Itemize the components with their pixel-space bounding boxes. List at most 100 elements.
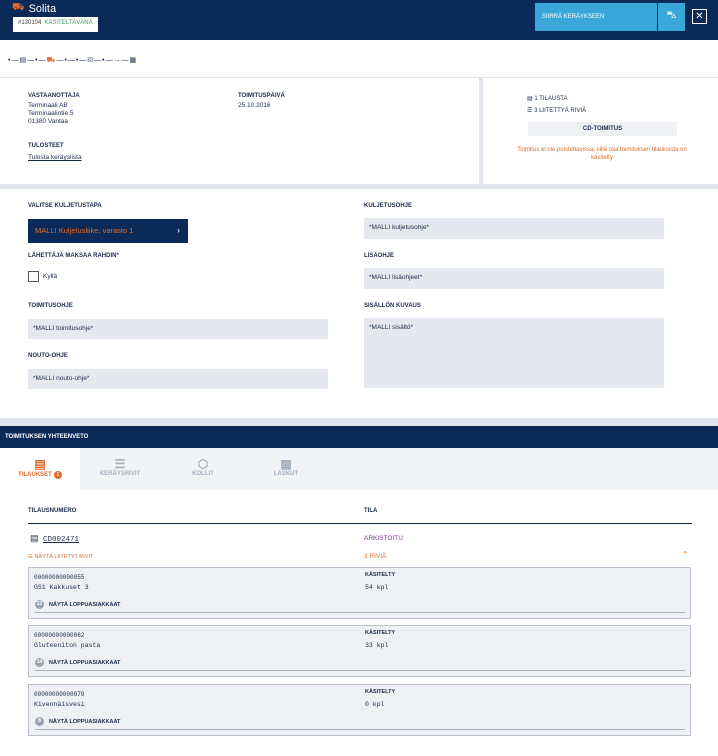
document-icon: ▤: [527, 96, 533, 102]
orders-count-text: 1 TILAUSTA: [534, 96, 568, 102]
row-quantity: 0 kpl: [365, 701, 385, 708]
brand-name: Solita: [28, 2, 57, 15]
sender-pays-option: Kyllä: [43, 273, 58, 280]
delivery-date: 25.10.2016: [238, 102, 271, 109]
shipping-method-value: MALLI Kuljetusliike, varasto 1: [35, 226, 134, 235]
document-icon: ▤: [34, 457, 46, 471]
column-order-number: TILAUSNUMERO: [28, 508, 77, 514]
recipient-line-2: Terminaalintie 5: [28, 110, 74, 117]
content-description-field[interactable]: *MALLI sisältö*: [364, 318, 664, 388]
document-icon: ▤: [30, 533, 39, 543]
transfer-to-picking-button[interactable]: SIIRRÄ KERÄYKSEEN: [535, 3, 657, 31]
step-marker: ⛋: [87, 57, 94, 64]
close-icon: ✕: [695, 11, 704, 22]
cd-delivery-button[interactable]: CD-TOIMITUS: [528, 122, 677, 136]
brand: ⛟ Solita: [12, 2, 56, 15]
pick-row-card: 00000000000062 Gluteeniton pasta KÄSITELTY…: [28, 625, 691, 677]
row-divider: [35, 612, 685, 613]
product-name: GS1 Kakkuset 3: [34, 584, 89, 591]
row-state: KÄSITELTY: [365, 630, 396, 636]
transport-instructions-field[interactable]: *MALLI kuljetusohje*: [364, 218, 664, 239]
chevron-up-icon[interactable]: ⌃: [682, 551, 689, 559]
step-marker: —: [27, 57, 36, 64]
show-end-customers-label: NÄYTÄ LOPPUASIAKKAAT: [49, 659, 121, 666]
pickup-instructions-field[interactable]: *MALLI nouto-ohje*: [28, 369, 328, 389]
step-marker: ▤: [19, 57, 28, 64]
section-divider: [0, 184, 718, 189]
column-state: TILA: [364, 508, 378, 514]
transport-instructions-label: KULJETUSOHJE: [364, 203, 413, 209]
sender-pays-checkbox[interactable]: [28, 271, 39, 282]
row-state: KÄSITELTY: [365, 689, 396, 695]
recipient-line-1: Terminaali AB: [28, 102, 68, 109]
chevron-right-icon: ›: [177, 225, 180, 235]
shipping-method-select[interactable]: MALLI Kuljetusliike, varasto 1 ›: [28, 219, 188, 243]
tab-orders-label: TILAUKSET: [18, 472, 52, 478]
extra-instructions-field[interactable]: *MALLI lisäohjeet*: [364, 268, 664, 289]
rows-count: ☰ 3 LIITETTYÄ RIVIÄ: [527, 107, 586, 114]
row-divider: [35, 729, 685, 730]
close-button[interactable]: ✕: [692, 9, 707, 24]
orders-count: ▤ 1 TILAUSTA: [527, 95, 567, 102]
pick-row-card: 00000000000079 Kivennäisvesi KÄSITELTY 0 kp…: [28, 684, 691, 736]
delivery-date-label: TOIMITUSPÄIVÄ: [238, 93, 285, 99]
orders-badge: 1: [53, 471, 62, 479]
extra-instructions-label: LISÄOHJE: [364, 253, 395, 259]
step-marker: ▦: [129, 57, 138, 64]
show-end-customers-label: NÄYTÄ LOPPUASIAKKAAT: [49, 718, 121, 725]
truck-icon: ⛟: [12, 2, 25, 13]
order-number-link[interactable]: CD002471: [43, 536, 79, 544]
step-marker: ⛟: [46, 57, 57, 64]
customer-count: 22: [35, 600, 44, 609]
recipient-label: VASTAANOTTAJA: [28, 93, 80, 99]
step-marker: —: [67, 57, 76, 64]
tab-pick-rows-label: KERÄYSRIVIT: [99, 471, 141, 477]
product-code: 00000000000079: [34, 691, 85, 698]
order-id: #130104: [18, 20, 42, 26]
product-name: Gluteeniton pasta: [34, 642, 101, 649]
sender-pays-label: LÄHETTÄJÄ MAKSAA RAHDIN*: [28, 253, 119, 259]
section-divider: [0, 418, 718, 426]
delete-warning: Toimitus ei ole poistettavissa, sillä os…: [517, 147, 687, 161]
invoice-icon: ▦: [280, 457, 292, 471]
show-end-customers-button[interactable]: 8 NÄYTÄ LOPPUASIAKKAAT: [35, 717, 120, 726]
tab-packages[interactable]: ⬡ KOLLIT: [163, 448, 243, 490]
product-code: 00000000000062: [34, 632, 85, 639]
show-rows-label: NÄYTÄ LIITETYT RIVIT: [34, 554, 94, 560]
vertical-divider: [479, 78, 483, 186]
product-code: 00000000000055: [34, 574, 85, 581]
status-badge: #130104 KÄSITELTÄVÄNÄ: [13, 17, 98, 32]
progress-steps: •—▤—•—⛟—•—•—⛋—•—→—▦: [0, 40, 718, 78]
prints-label: TULOSTEET: [28, 143, 64, 149]
step-marker: —: [38, 57, 47, 64]
pick-row-card: 00000000000055 GS1 Kakkuset 3 KÄSITELTY 54 …: [28, 567, 691, 619]
show-end-customers-button[interactable]: 14 NÄYTÄ LOPPUASIAKKAAT: [35, 658, 120, 667]
order-state: ARKISTOITU: [364, 535, 403, 542]
show-rows-toggle[interactable]: ☰ NÄYTÄ LIITETYT RIVIT: [28, 553, 93, 561]
print-picklist-link[interactable]: Tulosta keräyslista: [28, 154, 82, 162]
header-divider: [28, 523, 692, 524]
tab-invoices-label: LASKUT: [273, 471, 299, 477]
row-divider: [35, 670, 685, 671]
recipient-line-3: 01380 Vantaa: [28, 118, 68, 125]
step-marker: —: [93, 57, 102, 64]
show-end-customers-button[interactable]: 22 NÄYTÄ LOPPUASIAKKAAT: [35, 600, 120, 609]
list-icon: ☰: [28, 554, 33, 560]
customer-count: 8: [35, 717, 44, 726]
row-quantity: 33 kpl: [365, 642, 389, 649]
cart-icon: ⛍: [666, 10, 677, 21]
rows-count-text: 3 LIITETTYÄ RIVIÄ: [534, 108, 587, 114]
row-state: KÄSITELTY: [365, 572, 396, 578]
list-icon: ☰: [527, 108, 533, 114]
tab-pick-rows[interactable]: ☰ KERÄYSRIVIT: [80, 448, 160, 490]
show-end-customers-label: NÄYTÄ LOPPUASIAKKAAT: [49, 601, 121, 608]
box-icon: ⬡: [197, 457, 209, 471]
cart-button[interactable]: ⛍: [658, 3, 685, 31]
row-quantity: 54 kpl: [365, 584, 389, 591]
tab-invoices[interactable]: ▦ LASKUT: [246, 448, 326, 490]
tab-orders[interactable]: ▤ TILAUKSET 1: [0, 448, 80, 490]
pickup-instructions-label: NOUTO-OHJE: [28, 353, 68, 359]
delivery-instructions-field[interactable]: *MALLI toimitusohje*: [28, 319, 328, 339]
list-icon: ☰: [114, 457, 126, 471]
product-name: Kivennäisvesi: [34, 701, 85, 708]
